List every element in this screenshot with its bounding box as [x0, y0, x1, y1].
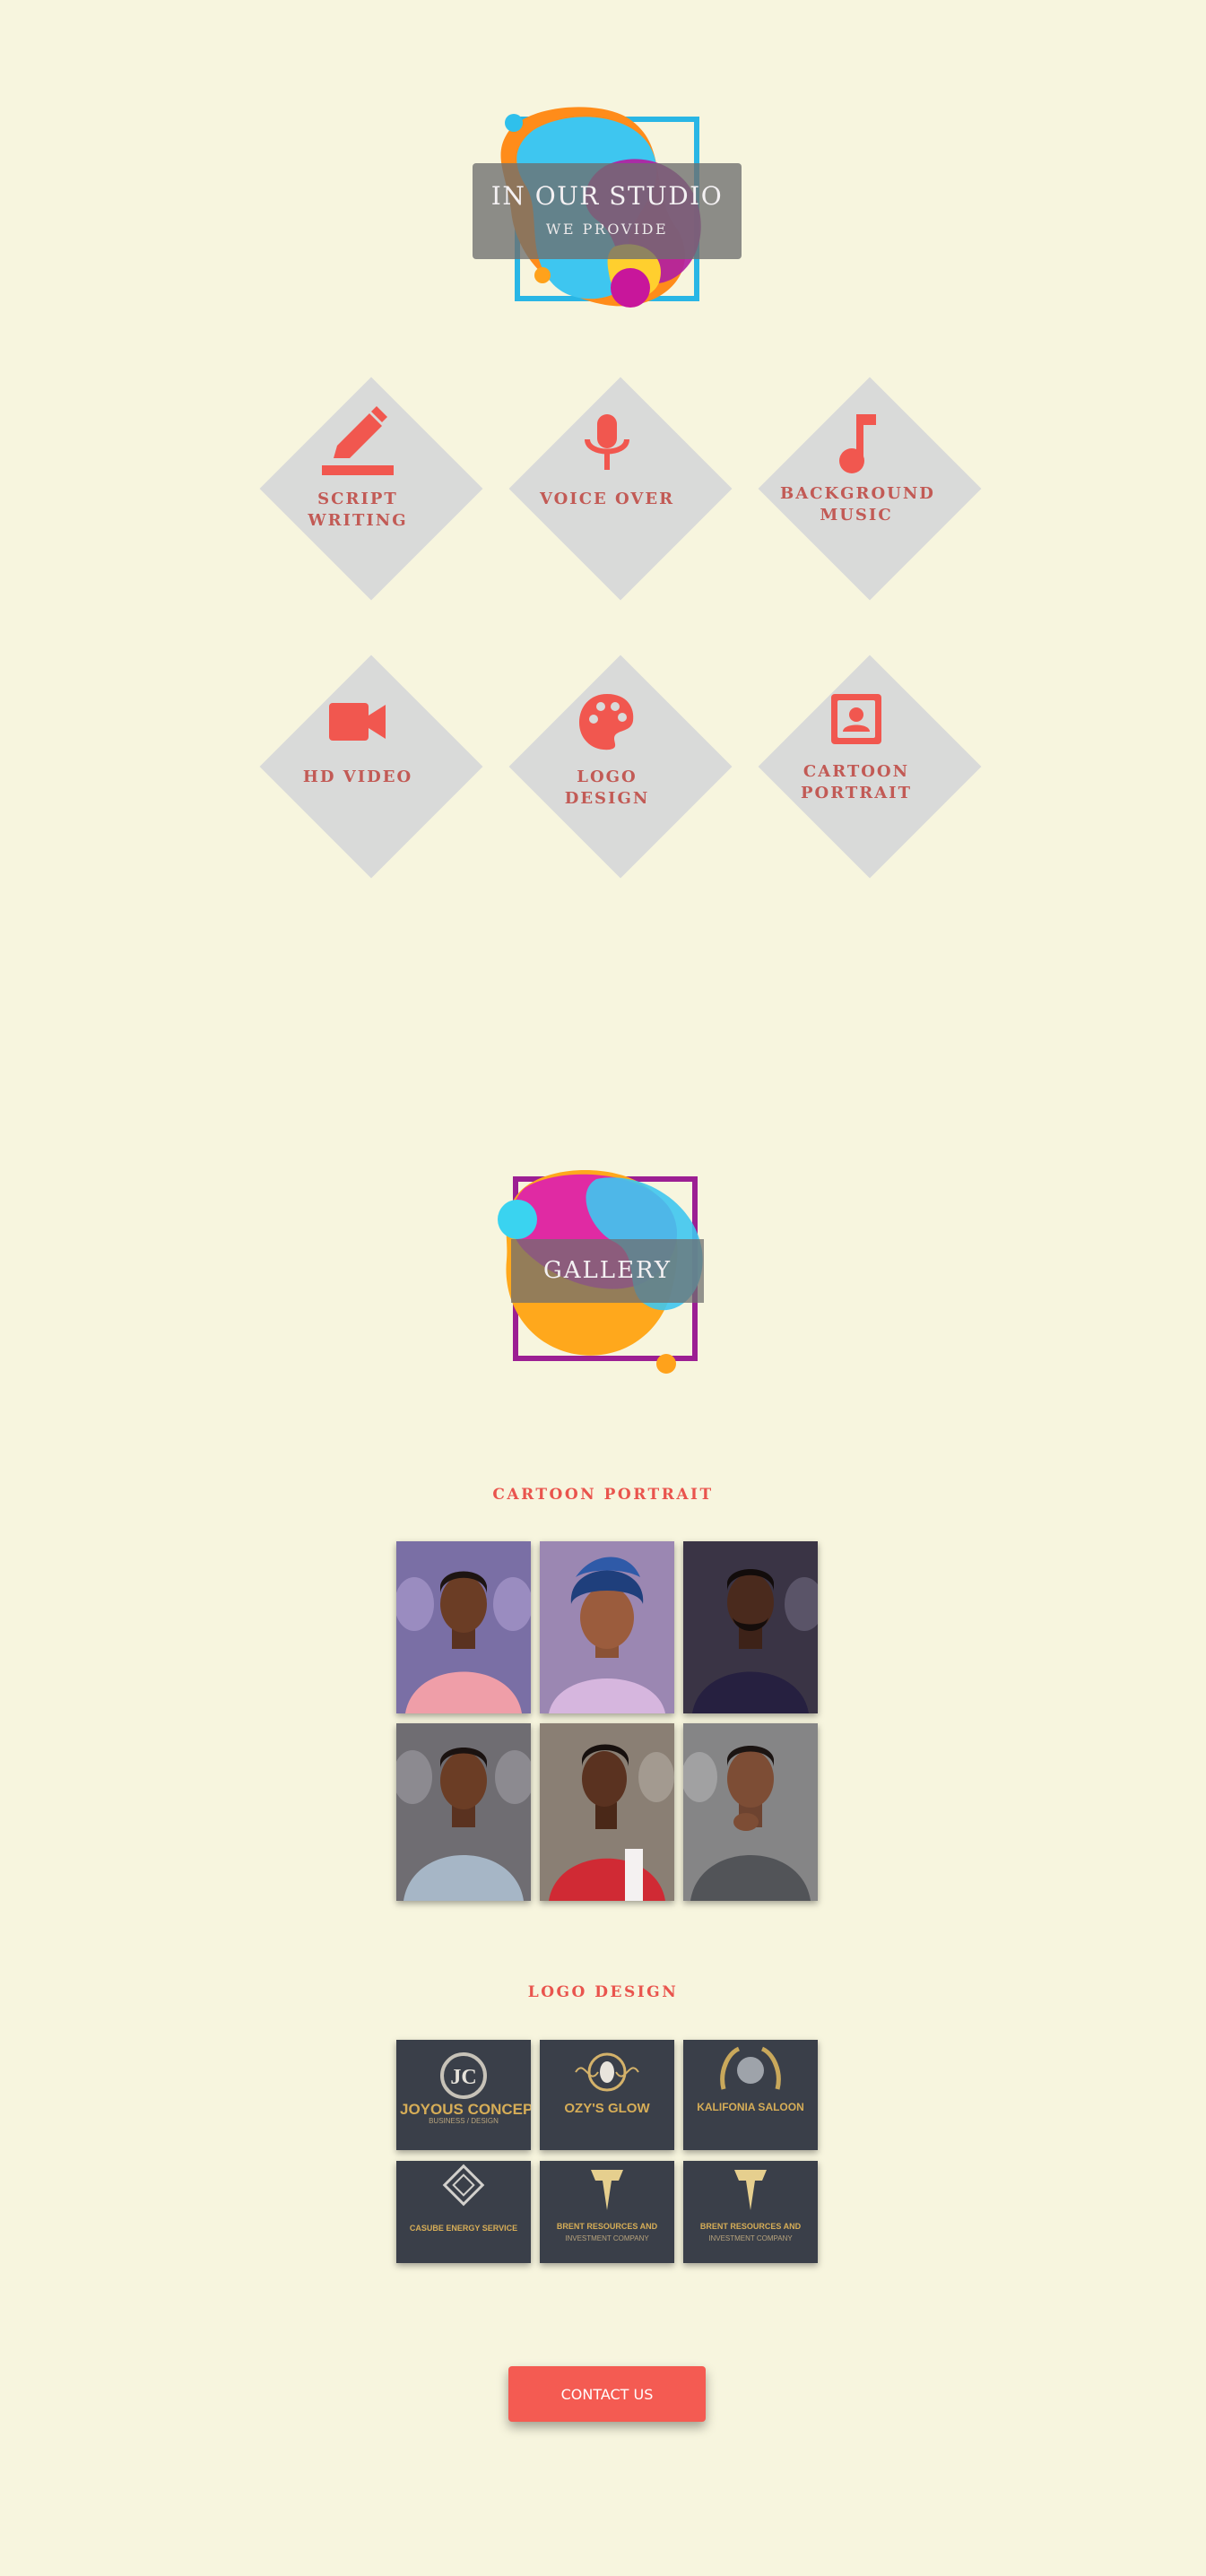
logo-name: CASUBE ENERGY SERVICE	[409, 2224, 518, 2233]
service-voice-over[interactable]: VOICE OVER	[495, 363, 733, 601]
contact-us-button[interactable]: CONTACT US	[508, 2366, 706, 2422]
service-hd-video[interactable]: HD VIDEO	[246, 641, 483, 879]
logo-thumbnail[interactable]: JC JOYOUS CONCEPT BUSINESS / DESIGN	[396, 2040, 531, 2150]
service-cartoon-portrait[interactable]: CARTOON PORTRAIT	[744, 641, 982, 879]
logo-thumbnail[interactable]: KALIFONIA SALOON	[683, 2040, 818, 2150]
gallery-title: GALLERY	[543, 1257, 672, 1284]
logo-tagline: INVESTMENT COMPANY	[565, 2234, 649, 2242]
logo-tagline: BUSINESS / DESIGN	[429, 2117, 499, 2125]
portrait-icon	[744, 690, 968, 751]
service-background-music[interactable]: BACKGROUND MUSIC	[744, 363, 982, 601]
studio-subtitle: WE PROVIDE	[545, 221, 669, 238]
logo-name: JOYOUS CONCEPT	[400, 2101, 531, 2118]
logo-design-heading: LOGO DESIGN	[527, 1983, 679, 2001]
video-camera-icon	[246, 699, 470, 748]
service-logo-design[interactable]: LOGO DESIGN	[495, 641, 733, 879]
studio-header-box: IN OUR STUDIO WE PROVIDE	[473, 163, 742, 259]
logo-thumbnail[interactable]: CASUBE ENERGY SERVICE	[396, 2161, 531, 2263]
logo-name: KALIFONIA SALOON	[697, 2101, 804, 2113]
logo-tagline: INVESTMENT COMPANY	[708, 2234, 793, 2242]
service-label: SCRIPT WRITING	[308, 490, 408, 530]
logo-thumbnail[interactable]: BRENT RESOURCES AND INVESTMENT COMPANY	[540, 2161, 674, 2263]
logo-thumbnail[interactable]: OZY'S GLOW	[540, 2040, 674, 2150]
logo-name: BRENT RESOURCES AND	[699, 2222, 802, 2231]
pencil-icon	[246, 406, 470, 481]
portrait-thumbnail[interactable]	[683, 1541, 818, 1713]
service-label: VOICE OVER	[539, 490, 675, 508]
portrait-thumbnail[interactable]	[540, 1723, 674, 1901]
service-label: CARTOON PORTRAIT	[801, 762, 912, 802]
microphone-icon	[495, 412, 719, 479]
logo-name: BRENT RESOURCES AND	[556, 2222, 658, 2231]
studio-title: IN OUR STUDIO	[490, 181, 724, 211]
service-label: BACKGROUND MUSIC	[780, 484, 935, 525]
logo-name: OZY'S GLOW	[564, 2101, 650, 2116]
service-script-writing[interactable]: SCRIPT WRITING	[246, 363, 483, 601]
portrait-thumbnail[interactable]	[396, 1541, 531, 1713]
music-note-icon	[744, 412, 968, 479]
cartoon-portrait-heading: CARTOON PORTRAIT	[492, 1486, 714, 1504]
svg-text:JC: JC	[450, 2066, 476, 2089]
portrait-thumbnail[interactable]	[396, 1723, 531, 1901]
service-label: HD VIDEO	[302, 768, 413, 786]
gallery-header-box: GALLERY	[511, 1239, 704, 1303]
logo-thumbnail[interactable]: BRENT RESOURCES AND INVESTMENT COMPANY	[683, 2161, 818, 2263]
service-label: LOGO DESIGN	[564, 768, 650, 808]
portrait-thumbnail[interactable]	[540, 1541, 674, 1713]
palette-icon	[495, 690, 719, 757]
portrait-thumbnail[interactable]	[683, 1723, 818, 1901]
